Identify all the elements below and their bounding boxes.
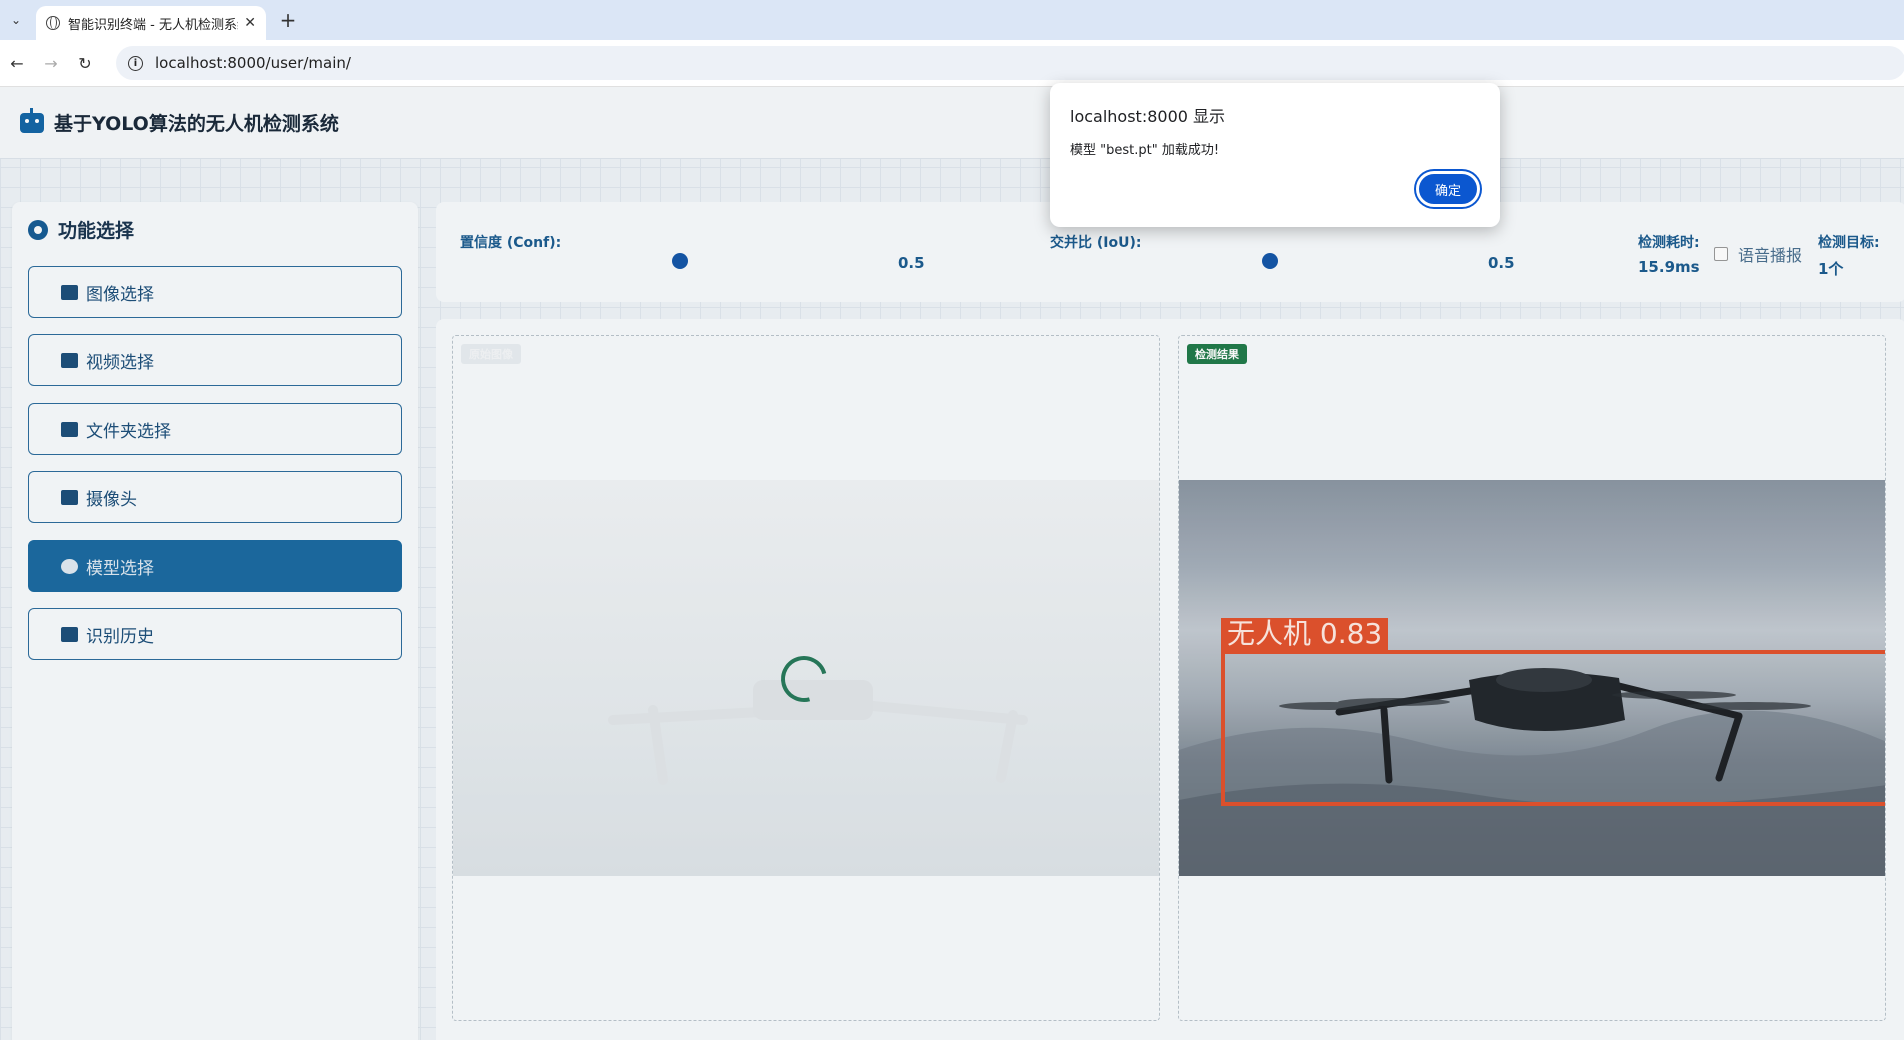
tab-close-icon[interactable]: ✕ bbox=[244, 15, 256, 31]
tab-title: 智能识别终端 - 无人机检测系统 bbox=[68, 17, 239, 33]
site-info-icon[interactable]: i bbox=[128, 55, 143, 71]
dialog-message: 模型 "best.pt" 加载成功! bbox=[1070, 143, 1220, 158]
tab-search-chevron-icon[interactable]: ⌄ bbox=[4, 8, 28, 32]
browser-tab-bar: ⌄ 智能识别终端 - 无人机检测系统 ✕ + bbox=[0, 0, 1904, 40]
browser-tab[interactable]: 智能识别终端 - 无人机检测系统 ✕ bbox=[36, 6, 266, 40]
forward-arrow-icon[interactable]: → bbox=[40, 52, 62, 74]
back-arrow-icon[interactable]: ← bbox=[6, 52, 28, 74]
reload-icon[interactable]: ↻ bbox=[74, 52, 96, 74]
alert-dialog: localhost:8000 显示 模型 "best.pt" 加载成功! 确定 bbox=[1050, 83, 1500, 227]
globe-icon bbox=[46, 16, 60, 30]
dialog-title: localhost:8000 显示 bbox=[1070, 107, 1226, 126]
address-bar: ← → ↻ i localhost:8000/user/main/ bbox=[0, 40, 1904, 87]
url-text: localhost:8000/user/main/ bbox=[155, 54, 351, 72]
modal-backdrop bbox=[0, 87, 1904, 1040]
new-tab-icon[interactable]: + bbox=[276, 8, 300, 32]
url-field[interactable]: i localhost:8000/user/main/ bbox=[116, 46, 1904, 80]
ok-button[interactable]: 确定 bbox=[1416, 171, 1480, 207]
